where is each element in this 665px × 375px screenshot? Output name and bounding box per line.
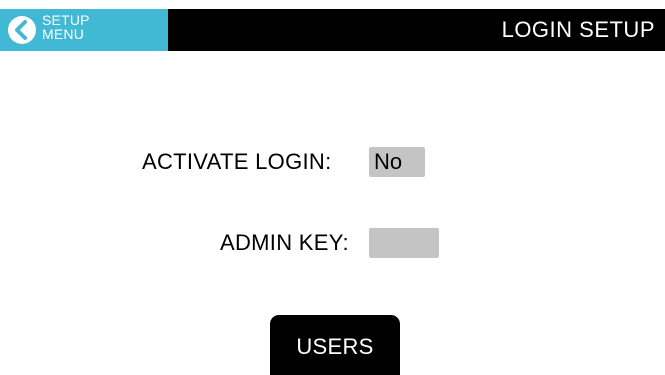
- users-button[interactable]: USERS: [270, 315, 400, 375]
- activate-login-value[interactable]: No: [369, 147, 425, 177]
- users-button-label: USERS: [296, 334, 374, 359]
- activate-login-label: ACTIVATE LOGIN:: [142, 149, 332, 174]
- back-button-label: SETUP MENU: [42, 13, 90, 41]
- top-bar: SETUP MENU LOGIN SETUP: [0, 9, 665, 51]
- back-button-label-line1: SETUP: [42, 12, 90, 28]
- admin-key-field[interactable]: [369, 228, 439, 258]
- admin-key-label: ADMIN KEY:: [220, 230, 349, 255]
- back-button-label-line2: MENU: [42, 26, 85, 42]
- back-to-setup-menu-button[interactable]: SETUP MENU: [0, 9, 168, 51]
- chevron-left-circle-icon: [8, 16, 36, 44]
- page-title: LOGIN SETUP: [501, 17, 655, 42]
